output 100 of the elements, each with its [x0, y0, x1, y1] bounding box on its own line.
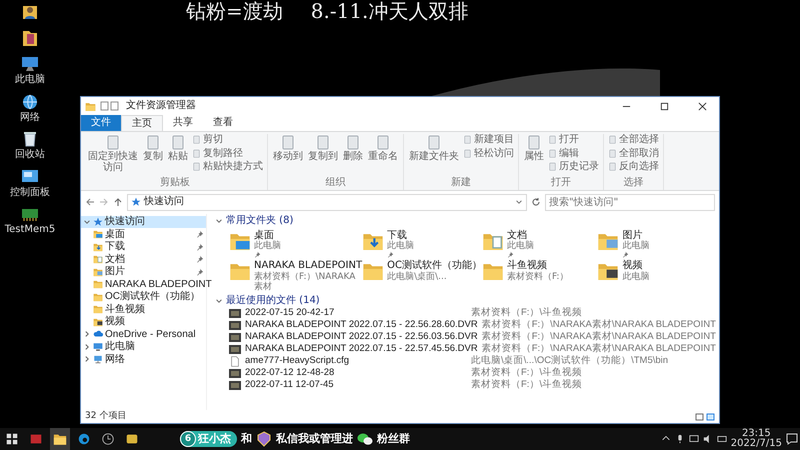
back-arrow-icon[interactable]	[85, 197, 95, 207]
nav-item-label: 下载	[105, 241, 126, 252]
ribbon-button[interactable]: 粘贴快捷方式	[192, 161, 263, 174]
folder-location: 此电脑	[387, 241, 414, 252]
user-name: 狂小杰	[198, 432, 231, 446]
chevron-down-icon[interactable]	[215, 217, 223, 225]
folder-name[interactable]: 图片	[622, 230, 650, 241]
caret-down-icon[interactable]	[515, 198, 523, 206]
nav-item[interactable]: 斗鱼视频	[81, 303, 206, 316]
section-header[interactable]: 最近使用的文件 (14)	[226, 295, 320, 307]
breadcrumb-link[interactable]: 快速访问	[144, 196, 184, 208]
clock-time[interactable]: 23:15	[730, 429, 782, 439]
ribbon-group-label: 剪贴板	[160, 176, 190, 190]
notification-icon[interactable]	[786, 433, 798, 445]
ribbon-button[interactable]: 属性	[523, 134, 545, 162]
ribbon-button[interactable]: 轻松访问	[463, 148, 514, 160]
chat-bubbles-icon	[357, 432, 373, 446]
ribbon-button[interactable]: 新建项目	[463, 134, 514, 146]
document-folder-icon	[93, 254, 103, 264]
chevron-down-icon[interactable]	[83, 218, 91, 226]
video-folder-icon	[93, 316, 103, 327]
window-title: 文件资源管理器	[126, 100, 196, 112]
section-header[interactable]: 常用文件夹 (8)	[226, 215, 294, 227]
document-icon	[608, 162, 617, 172]
document-icon	[426, 134, 442, 152]
file-name[interactable]: 2022-07-11 12-07-45	[245, 380, 467, 391]
nav-item[interactable]: 视频	[81, 316, 206, 328]
folder-location: 此电脑	[254, 241, 281, 252]
ribbon-button[interactable]: 复制路径	[192, 148, 263, 160]
nav-item[interactable]: 图片	[81, 266, 206, 278]
desktop-icon-label[interactable]: TestMem5	[4, 224, 56, 236]
file-name[interactable]: NARAKA BLADEPOINT 2022.07.15 - 22.57.45.56.DVR	[245, 344, 478, 355]
search-field[interactable]: 搜索"快速访问"	[545, 194, 715, 210]
nav-item[interactable]: OneDrive - Personal	[81, 328, 206, 340]
desktop-icon-label[interactable]: 此电脑	[15, 74, 45, 86]
taskbar-app-button[interactable]	[50, 428, 70, 450]
up-arrow-icon[interactable]	[113, 197, 123, 207]
file-name[interactable]: 2022-07-15 20-42-17	[245, 308, 467, 319]
nav-item-label: 桌面	[105, 228, 126, 240]
ribbon-group-label: 选择	[624, 176, 644, 190]
level-badge: 6	[180, 431, 196, 447]
clock-date[interactable]: 2022/7/15	[730, 439, 782, 449]
folder-icon[interactable]	[20, 28, 40, 48]
folder-location: 素材资料（F:）	[506, 272, 568, 282]
ribbon-button[interactable]: 固定到快速访问	[87, 134, 139, 173]
nav-item[interactable]: 下载	[81, 240, 206, 253]
nav-item[interactable]: 文档	[81, 253, 206, 266]
desktop-icon-label[interactable]: 控制面板	[10, 186, 50, 198]
folder-name[interactable]: 桌面	[254, 230, 281, 241]
nav-item[interactable]: OC测试软件（功能）	[81, 290, 206, 303]
ribbon-button[interactable]: 复制到	[307, 134, 339, 162]
nav-item[interactable]: 桌面	[81, 228, 206, 240]
file-path: 素材资料（F:）\NARAKA素材\NARAKA BLADEPOINT	[482, 320, 716, 331]
document-icon	[192, 148, 201, 159]
ribbon-button[interactable]: 复制	[142, 134, 164, 162]
folder-name[interactable]: 文档	[506, 230, 534, 241]
ribbon-button[interactable]: 重命名	[367, 134, 399, 162]
folder-name[interactable]: 视频	[622, 260, 650, 272]
monitor-icon[interactable]	[20, 54, 40, 74]
folder-name[interactable]: 斗鱼视频	[506, 260, 568, 272]
ribbon-button[interactable]: 粘贴	[167, 134, 189, 162]
ribbon-tab[interactable]: 共享	[163, 115, 203, 131]
nav-item-label: 视频	[105, 316, 126, 328]
ribbon-button[interactable]: 移动到	[272, 134, 304, 162]
network-icon[interactable]	[688, 434, 699, 444]
folder-name[interactable]: 下载	[387, 230, 414, 241]
ribbon-button[interactable]: 全部选择	[608, 134, 659, 146]
ribbon-button[interactable]: 打开	[548, 134, 599, 146]
ribbon-tab[interactable]: 查看	[203, 115, 243, 131]
ribbon-button[interactable]: 新建文件夹	[408, 134, 460, 162]
keyboard-icon[interactable]	[716, 434, 727, 444]
network-icon	[93, 354, 103, 364]
nav-item[interactable]: 此电脑	[81, 340, 206, 353]
nav-item[interactable]: 网络	[81, 353, 206, 366]
ribbon-button[interactable]: 编辑	[548, 148, 599, 160]
desktop-icon-label[interactable]: 网络	[20, 112, 40, 123]
ribbon-button[interactable]: 剪切	[192, 134, 263, 146]
view-toggle-icon[interactable]	[695, 412, 715, 420]
chevron-down-icon[interactable]	[215, 297, 223, 306]
document-icon	[463, 135, 472, 146]
address-bar[interactable]: 快速访问	[127, 194, 527, 210]
monitor-icon	[93, 342, 103, 352]
file-name[interactable]: 2022-07-12 12-48-28	[245, 368, 467, 379]
folder-name[interactable]: OC测试软件（功能）	[387, 260, 482, 272]
file-name[interactable]: NARAKA BLADEPOINT 2022.07.15 - 22.56.03.56.DVR	[245, 332, 478, 343]
file-name[interactable]: ame777-HeavyScript.cfg	[245, 356, 467, 367]
folder-name[interactable]: NARAKA BLADEPOINT	[254, 260, 362, 272]
file-menu-tab[interactable]: 文件	[81, 115, 121, 131]
ribbon-button[interactable]: 反向选择	[608, 161, 659, 174]
ribbon-button[interactable]: 历史记录	[548, 161, 599, 174]
nav-item-label: 图片	[105, 266, 126, 278]
nav-item[interactable]: 快速访问	[81, 216, 206, 228]
ribbon-tab[interactable]: 主页	[121, 115, 163, 131]
ribbon-button[interactable]: 全部取消	[608, 148, 659, 160]
nav-item-label: OC测试软件（功能）	[105, 291, 201, 302]
picture-folder-icon	[93, 266, 103, 277]
ribbon-button[interactable]: 删除	[342, 134, 364, 162]
file-name[interactable]: NARAKA BLADEPOINT 2022.07.15 - 22.56.28.60.DVR	[245, 320, 478, 331]
desktop-icon-label[interactable]: 回收站	[15, 149, 45, 160]
refresh-icon[interactable]	[531, 197, 541, 207]
